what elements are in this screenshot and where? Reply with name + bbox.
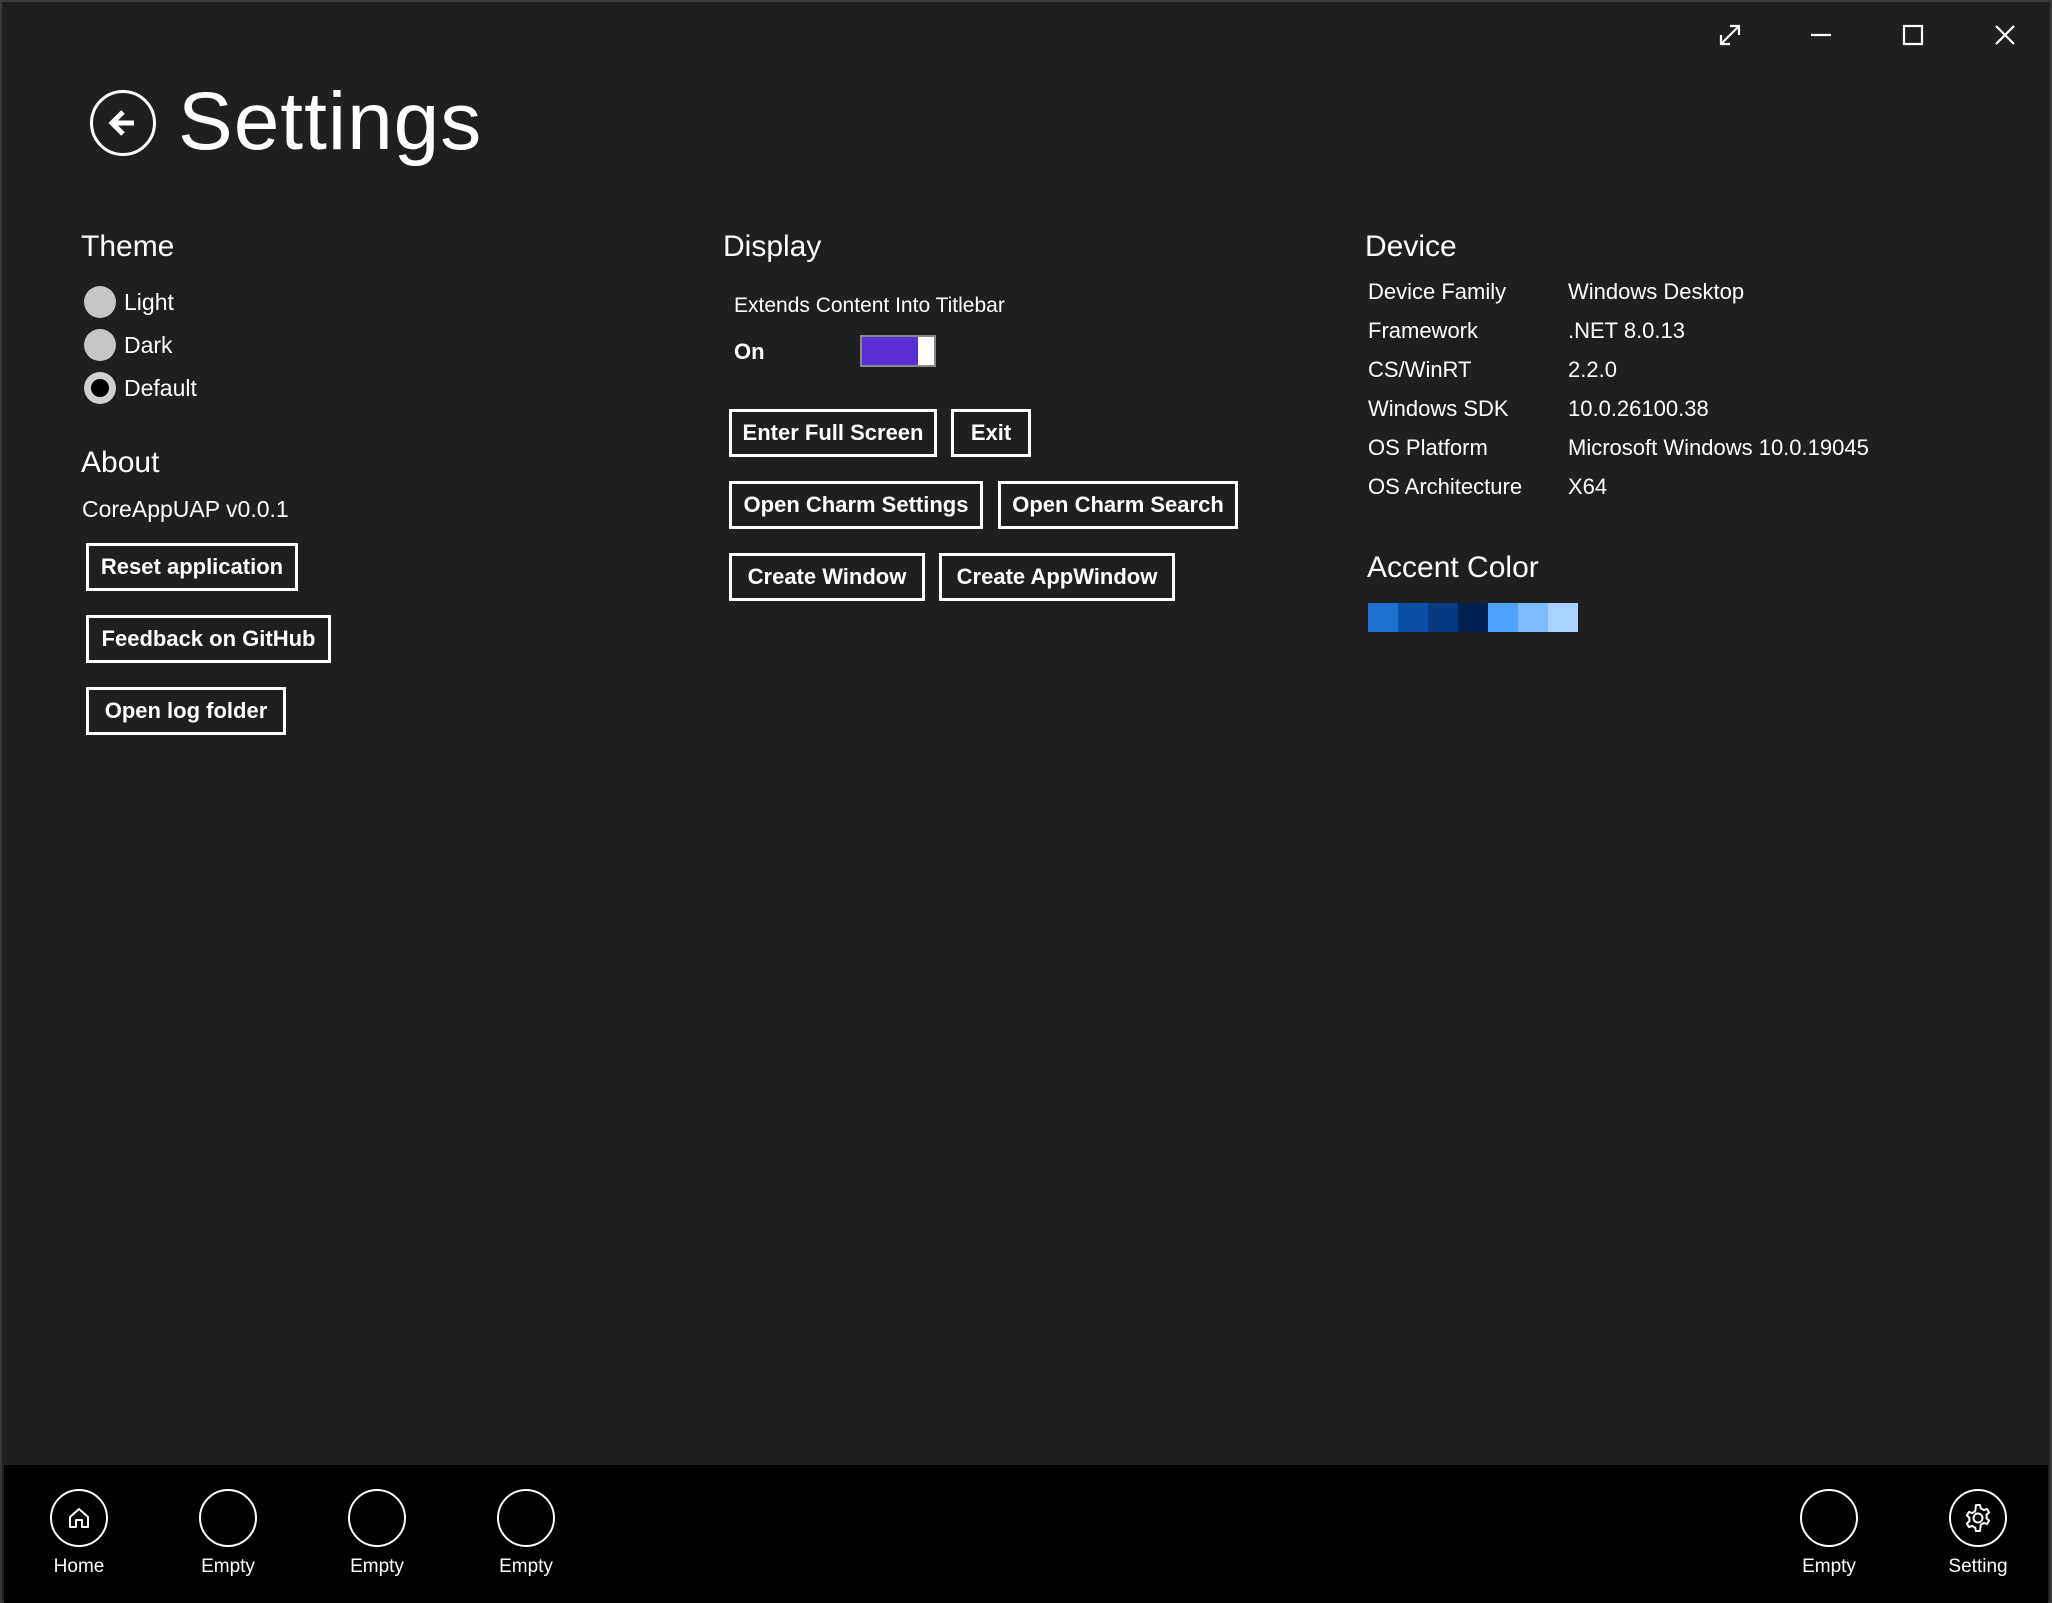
close-button[interactable] [1960, 10, 2050, 60]
reset-application-button[interactable]: Reset application [86, 543, 298, 591]
bottom-nav-bar: Home Empty Empty Empty Empty Setting [4, 1465, 2048, 1603]
accent-swatch [1428, 603, 1458, 632]
feedback-github-button[interactable]: Feedback on GitHub [86, 615, 331, 663]
nav-button[interactable] [1949, 1489, 2007, 1547]
device-key: CS/WinRT [1368, 357, 1472, 382]
device-value: 2.2.0 [1568, 357, 1617, 382]
accent-swatch [1458, 603, 1488, 632]
nav-item-empty-4[interactable]: Empty [1769, 1489, 1889, 1579]
accent-swatch [1488, 603, 1518, 632]
nav-label: Empty [201, 1556, 255, 1577]
accent-swatch [1548, 603, 1578, 632]
maximize-button[interactable] [1868, 10, 1958, 60]
open-charm-settings-button[interactable]: Open Charm Settings [729, 481, 983, 529]
empty-circle-icon[interactable] [1800, 1489, 1858, 1547]
back-button[interactable] [90, 90, 156, 156]
maximize-icon [1902, 24, 1924, 46]
accent-section-title: Accent Color [1367, 551, 1539, 584]
radio-checked-icon [84, 372, 116, 404]
about-section-title: About [81, 446, 160, 479]
device-key: Windows SDK [1368, 396, 1509, 421]
enter-full-screen-button[interactable]: Enter Full Screen [729, 409, 937, 457]
device-value: .NET 8.0.13 [1568, 318, 1685, 343]
device-value: X64 [1568, 474, 1608, 499]
empty-circle-icon[interactable] [199, 1489, 257, 1547]
device-key: OS Architecture [1368, 474, 1523, 499]
open-charm-search-button[interactable]: Open Charm Search [998, 481, 1238, 529]
nav-item-setting[interactable]: Setting [1918, 1489, 2038, 1579]
accent-color-strip [1368, 603, 1578, 632]
nav-label: Home [53, 1556, 105, 1577]
accent-swatch [1518, 603, 1548, 632]
empty-circle-icon[interactable] [497, 1489, 555, 1547]
nav-button[interactable] [50, 1489, 108, 1547]
device-value: Microsoft Windows 10.0.19045 [1568, 435, 1869, 460]
minimize-icon [1811, 33, 1831, 37]
fullscreen-button[interactable] [1685, 10, 1775, 60]
app-window: Settings Theme Light Dark Default About … [0, 0, 2052, 1603]
nav-item-empty-1[interactable]: Empty [168, 1489, 288, 1579]
display-section-title: Display [723, 230, 822, 263]
nav-label: Empty [499, 1556, 553, 1577]
gear-icon [1965, 1504, 1991, 1532]
theme-radio-dark[interactable]: Dark [84, 325, 173, 365]
exit-full-screen-button[interactable]: Exit [951, 409, 1031, 457]
device-value: Windows Desktop [1568, 279, 1745, 304]
nav-label: Empty [350, 1556, 404, 1577]
radio-label: Light [124, 288, 174, 315]
device-section-title: Device [1365, 230, 1457, 263]
create-appwindow-button[interactable]: Create AppWindow [939, 553, 1175, 601]
radio-label: Default [124, 374, 197, 401]
device-value: 10.0.26100.38 [1568, 396, 1709, 421]
extends-titlebar-toggle[interactable] [860, 335, 936, 367]
device-key: OS Platform [1368, 435, 1488, 460]
fullscreen-icon [1719, 24, 1741, 46]
arrow-left-icon [108, 110, 134, 136]
empty-circle-icon[interactable] [348, 1489, 406, 1547]
accent-swatch [1398, 603, 1428, 632]
radio-unchecked-icon [84, 329, 116, 361]
toggle-state-text: On [734, 339, 765, 364]
theme-radio-light[interactable]: Light [84, 282, 174, 322]
nav-item-empty-2[interactable]: Empty [317, 1489, 437, 1579]
toggle-label: Extends Content Into Titlebar [734, 294, 1005, 317]
radio-unchecked-icon [84, 286, 116, 318]
minimize-button[interactable] [1776, 10, 1866, 60]
create-window-button[interactable]: Create Window [729, 553, 925, 601]
nav-item-home[interactable]: Home [19, 1489, 139, 1579]
accent-swatch [1368, 603, 1398, 632]
device-key: Device Family [1368, 279, 1507, 304]
open-log-folder-button[interactable]: Open log folder [86, 687, 286, 735]
close-icon [1995, 25, 2015, 45]
nav-label: Empty [1802, 1556, 1856, 1577]
nav-label: Setting [1948, 1556, 2008, 1577]
radio-label: Dark [124, 331, 173, 358]
toggle-thumb[interactable] [918, 337, 934, 365]
home-icon [69, 1508, 89, 1528]
theme-section-title: Theme [81, 230, 175, 263]
app-version: CoreAppUAP v0.0.1 [82, 496, 289, 522]
page-title: Settings [178, 76, 483, 167]
theme-radio-default[interactable]: Default [84, 368, 197, 408]
nav-item-empty-3[interactable]: Empty [466, 1489, 586, 1579]
device-key: Framework [1368, 318, 1479, 343]
